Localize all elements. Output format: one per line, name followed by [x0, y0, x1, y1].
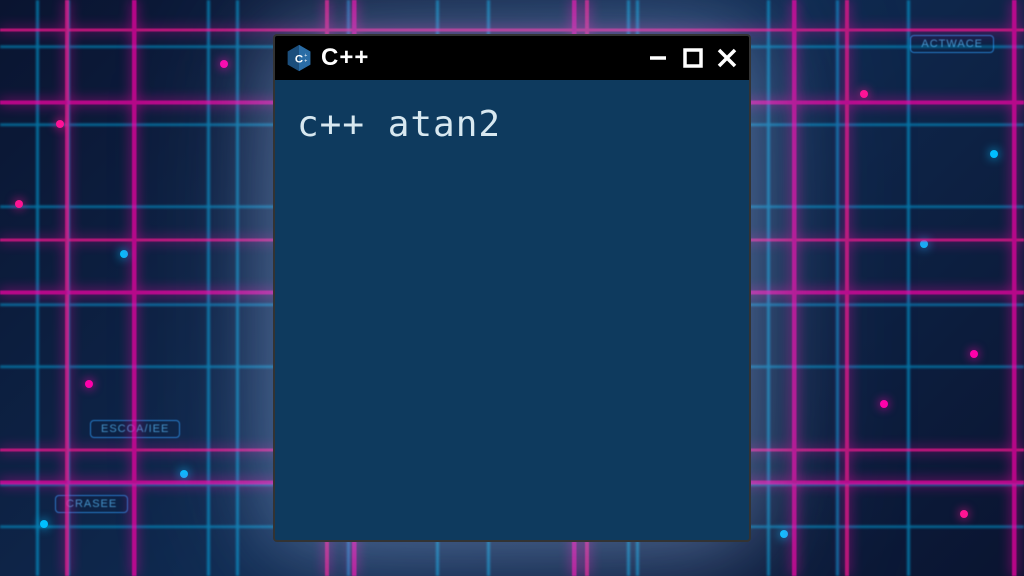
- svg-text:C: C: [295, 53, 303, 65]
- cpp-icon: C + +: [285, 44, 313, 72]
- svg-text:+: +: [304, 58, 307, 64]
- app-window: C + + C++: [273, 34, 751, 542]
- titlebar[interactable]: C + + C++: [275, 36, 749, 80]
- minimize-icon: [648, 47, 670, 69]
- bg-badge: CRASEE: [55, 495, 128, 513]
- bg-badge: ACTWACE: [910, 35, 994, 53]
- window-content: c++ atan2: [275, 80, 749, 540]
- content-text: c++ atan2: [297, 104, 727, 145]
- bg-badge: ESCOA/IEE: [90, 420, 180, 438]
- close-icon: [715, 46, 739, 70]
- maximize-icon: [682, 47, 704, 69]
- window-glow-wrapper: C + + C++: [273, 34, 751, 542]
- close-button[interactable]: [715, 46, 739, 70]
- window-controls: [647, 46, 739, 70]
- window-title: C++: [321, 44, 639, 72]
- minimize-button[interactable]: [647, 46, 671, 70]
- maximize-button[interactable]: [681, 46, 705, 70]
